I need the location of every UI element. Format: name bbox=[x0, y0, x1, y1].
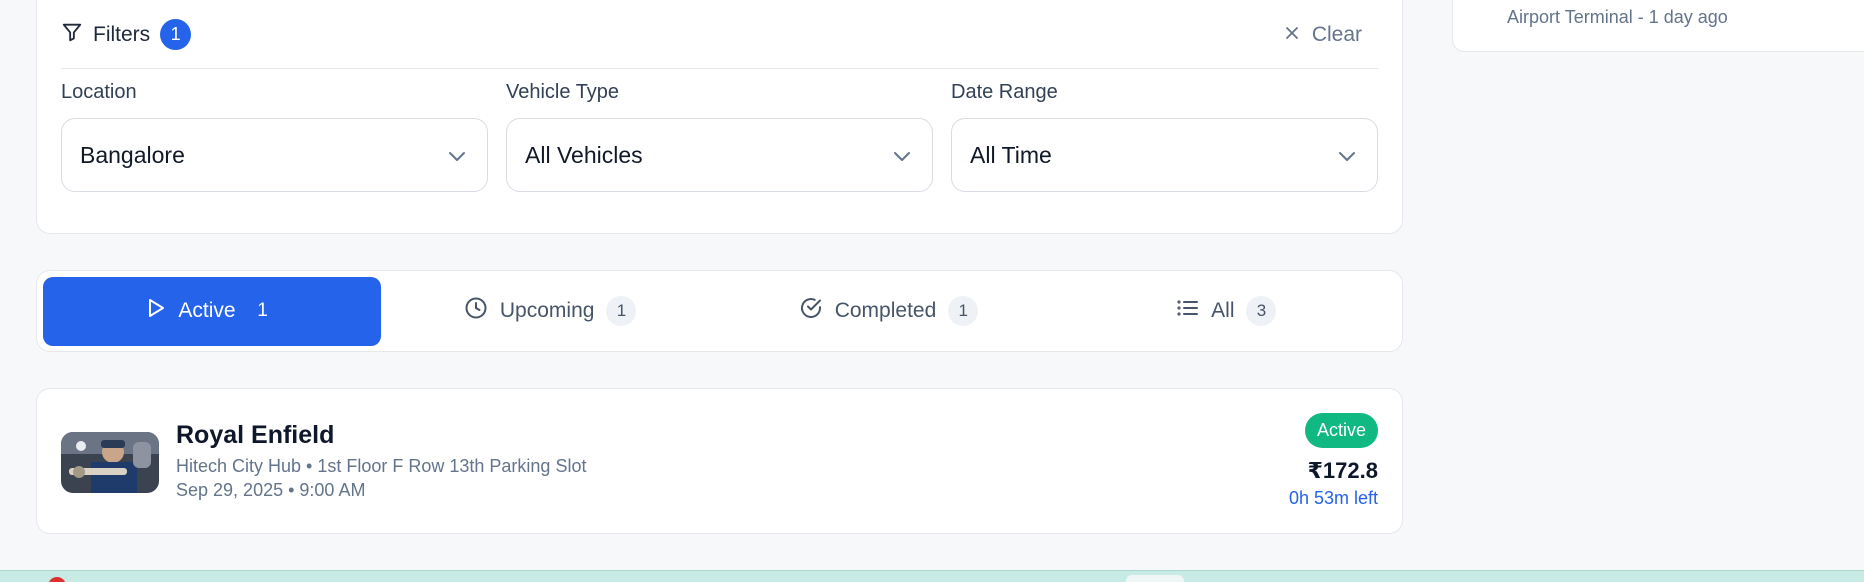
date-range-label: Date Range bbox=[951, 81, 1058, 103]
date-range-select[interactable]: All Time bbox=[951, 118, 1378, 192]
tab-active-label: Active bbox=[178, 299, 236, 322]
tab-active-count: 1 bbox=[257, 300, 268, 321]
status-badge: Active bbox=[1304, 413, 1378, 448]
filters-title: Filters 1 bbox=[61, 19, 192, 50]
filters-count-badge: 1 bbox=[160, 19, 192, 50]
filter-icon bbox=[61, 21, 83, 48]
chevron-down-icon bbox=[447, 142, 467, 169]
vehicle-thumbnail bbox=[61, 432, 159, 493]
location-filter: Location Bangalore bbox=[61, 81, 488, 192]
tab-upcoming[interactable]: Upcoming 1 bbox=[381, 277, 719, 346]
time-remaining: 0h 53m left bbox=[1288, 488, 1378, 508]
check-circle-icon bbox=[799, 296, 823, 326]
tab-upcoming-label: Upcoming bbox=[499, 299, 595, 322]
booking-card[interactable]: Royal Enfield Hitech City Hub • 1st Floo… bbox=[36, 388, 1403, 534]
vehicle-type-label: Vehicle Type bbox=[506, 81, 620, 103]
play-icon bbox=[146, 297, 166, 325]
tab-all-count: 3 bbox=[1246, 296, 1277, 326]
booking-price: ₹172.8 bbox=[1307, 458, 1378, 483]
tab-all-label: All bbox=[1211, 299, 1235, 322]
bottom-strip bbox=[0, 570, 1864, 582]
notification-dot-icon bbox=[48, 577, 66, 582]
location-value: Bangalore bbox=[80, 141, 185, 168]
tab-completed-label: Completed bbox=[834, 299, 937, 322]
booking-location: Hitech City Hub • 1st Floor F Row 13th P… bbox=[176, 456, 587, 476]
close-icon bbox=[1284, 23, 1300, 47]
tab-upcoming-count: 1 bbox=[606, 296, 637, 326]
tab-completed[interactable]: Completed 1 bbox=[719, 277, 1057, 346]
clock-icon bbox=[464, 296, 488, 326]
filters-label: Filters bbox=[93, 22, 151, 46]
strip-pill bbox=[1126, 575, 1184, 582]
tab-all[interactable]: All 3 bbox=[1058, 277, 1396, 346]
clear-label: Clear bbox=[1311, 22, 1362, 46]
location-select[interactable]: Bangalore bbox=[61, 118, 488, 192]
list-icon bbox=[1177, 299, 1199, 323]
location-label: Location bbox=[61, 81, 137, 103]
booking-info: Royal Enfield Hitech City Hub • 1st Floo… bbox=[176, 421, 586, 501]
chevron-down-icon bbox=[1337, 142, 1357, 169]
vehicle-type-filter: Vehicle Type All Vehicles bbox=[506, 81, 933, 192]
clear-filters-button[interactable]: Clear bbox=[1284, 23, 1378, 47]
vehicle-type-select[interactable]: All Vehicles bbox=[506, 118, 933, 192]
chevron-down-icon bbox=[892, 142, 912, 169]
date-range-value: All Time bbox=[970, 141, 1052, 168]
recent-activity-card: Airport Terminal - 1 day ago bbox=[1452, 0, 1864, 52]
activity-text: Airport Terminal - 1 day ago bbox=[1507, 7, 1728, 27]
booking-summary: Active ₹172.8 0h 53m left bbox=[1289, 413, 1378, 509]
page: Filters 1 Clear Location Bangalore Vehic… bbox=[0, 0, 1864, 582]
status-tabs: Active 1 Upcoming 1 Completed 1 All 3 bbox=[36, 270, 1403, 352]
tab-active[interactable]: Active 1 bbox=[43, 276, 381, 346]
filters-header: Filters 1 Clear bbox=[61, 1, 1378, 69]
tab-completed-count: 1 bbox=[948, 296, 979, 326]
filter-row: Location Bangalore Vehicle Type All Vehi… bbox=[61, 81, 1378, 192]
filters-panel: Filters 1 Clear Location Bangalore Vehic… bbox=[36, 0, 1403, 234]
booking-datetime: Sep 29, 2025 • 9:00 AM bbox=[176, 480, 366, 500]
vehicle-name: Royal Enfield bbox=[176, 421, 335, 449]
vehicle-type-value: All Vehicles bbox=[525, 141, 643, 168]
date-range-filter: Date Range All Time bbox=[951, 81, 1378, 192]
